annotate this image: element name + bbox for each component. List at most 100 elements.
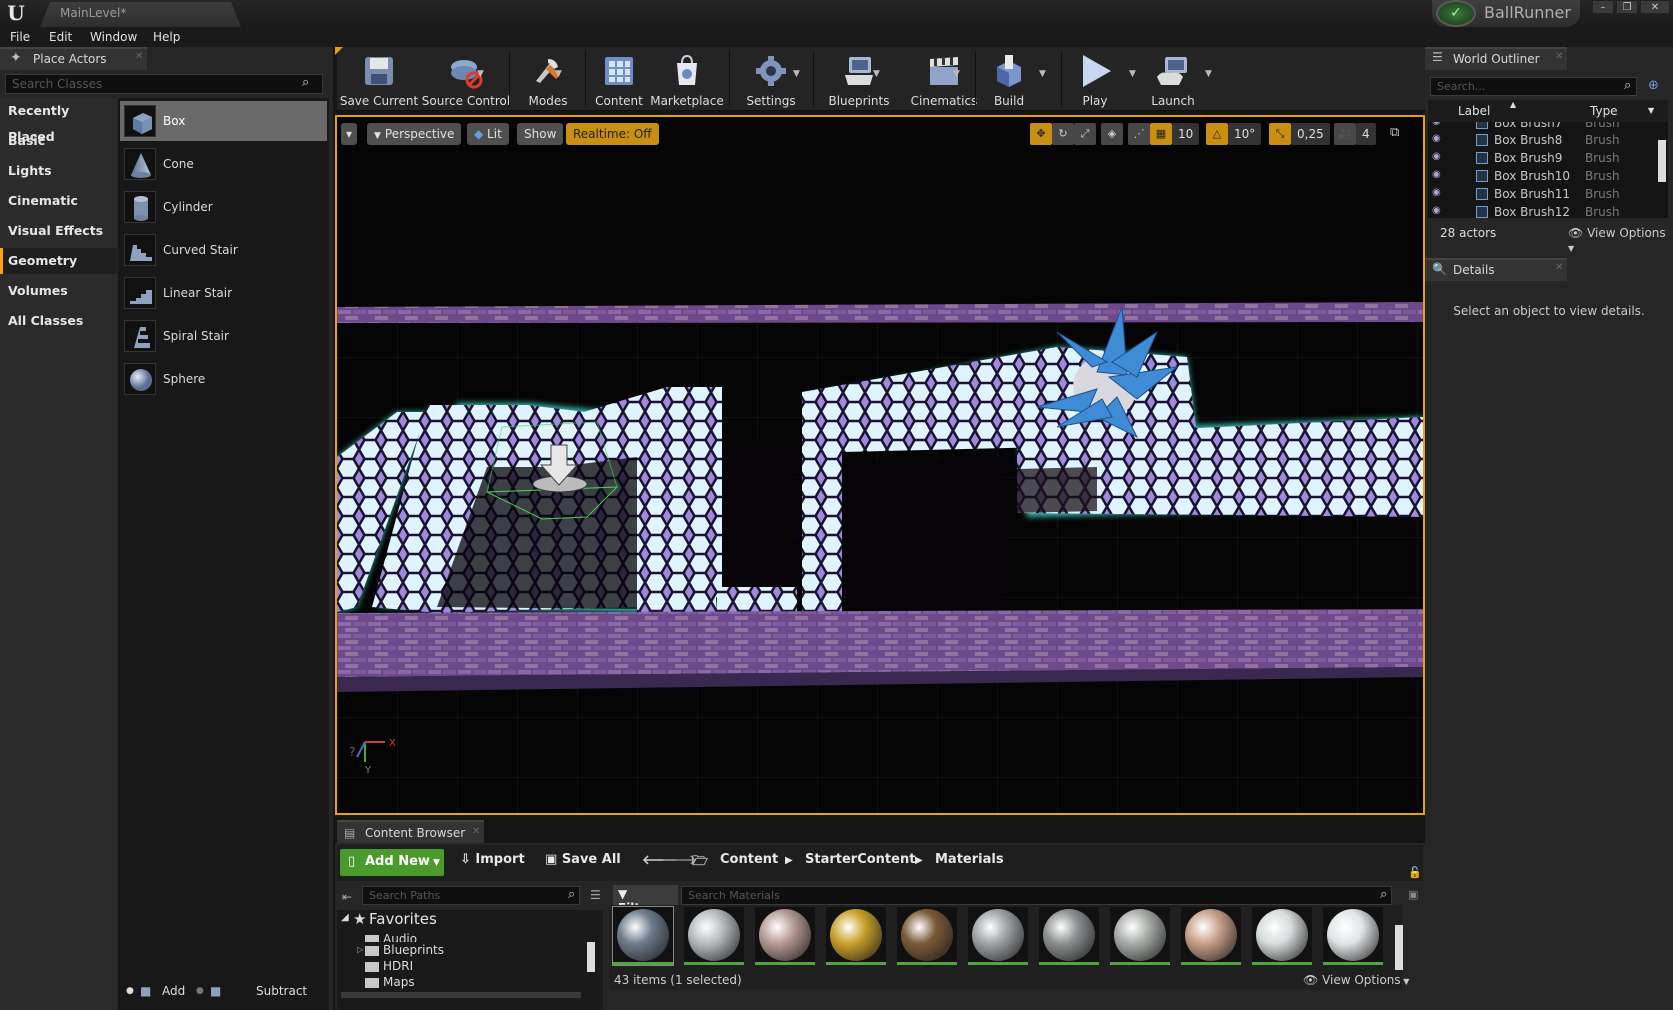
category-geometry[interactable]: Geometry	[0, 248, 117, 274]
visibility-eye-icon[interactable]: ◉	[1432, 151, 1441, 162]
modes-button[interactable]: Modes	[513, 49, 583, 109]
viewport-options-button[interactable]: ▾	[341, 123, 358, 145]
chevron-down-icon[interactable]: ▼	[1039, 69, 1046, 79]
actor-item-linear-stair[interactable]: Linear Stair	[120, 273, 327, 313]
scale-mode-icon[interactable]: ⤢	[1074, 123, 1096, 145]
tab-close-icon[interactable]: ✕	[1555, 262, 1563, 273]
material-thumbnail[interactable]	[968, 907, 1028, 965]
realtime-toggle[interactable]: Realtime: Off	[566, 123, 659, 145]
launch-button[interactable]: Launch	[1143, 49, 1203, 109]
lit-button[interactable]: ◆ Lit	[467, 123, 509, 145]
subtract-radio-icon[interactable]: ●	[196, 986, 204, 996]
close-icon[interactable]: ✕	[1640, 0, 1670, 14]
expand-arrow-icon[interactable]: ◢	[341, 912, 349, 923]
outliner-row[interactable]: ◉ Box Brush10 Brush	[1428, 167, 1668, 185]
actor-item-curved-stair[interactable]: Curved Stair	[120, 230, 327, 270]
actor-item-box[interactable]: Box	[120, 101, 327, 141]
visibility-eye-icon[interactable]: ◉	[1432, 133, 1441, 144]
category-recently-placed[interactable]: Recently Placed	[0, 98, 117, 144]
subtract-radio-label[interactable]: Subtract	[256, 984, 307, 998]
marketplace-button[interactable]: Marketplace	[649, 49, 725, 109]
tree-scrollbar[interactable]	[587, 942, 595, 972]
tree-h-scrollbar[interactable]	[341, 992, 581, 998]
level-document-tab[interactable]: MainLevel*	[40, 2, 241, 27]
rotation-snap-value[interactable]: 10°	[1228, 123, 1262, 145]
search-icon[interactable]: ⌕	[1380, 887, 1387, 902]
column-label[interactable]: Label	[1458, 104, 1490, 118]
visibility-eye-icon[interactable]: ◉	[1432, 187, 1441, 198]
actor-item-spiral-stair[interactable]: Spiral Stair	[120, 316, 327, 356]
scale-snap-value[interactable]: 0,25	[1291, 123, 1330, 145]
actor-item-cone[interactable]: Cone	[120, 144, 327, 184]
actor-item-sphere[interactable]: Sphere	[120, 359, 327, 399]
camera-speed-icon[interactable]: 🎥	[1334, 123, 1356, 145]
rotation-snap-icon[interactable]: △	[1206, 123, 1228, 145]
material-thumbnail[interactable]	[897, 907, 957, 965]
minimize-icon[interactable]: –	[1592, 0, 1614, 14]
source-control-button[interactable]: Source Control	[421, 49, 511, 109]
coordinate-system-icon[interactable]: ◈	[1101, 123, 1123, 145]
chevron-down-icon[interactable]: ▼	[1205, 69, 1212, 79]
category-all-classes[interactable]: All Classes	[0, 308, 117, 334]
content-button[interactable]: Content	[589, 49, 649, 109]
outliner-row[interactable]: ◉ Box Brush12 Brush	[1428, 203, 1668, 218]
breadcrumb-startercontent[interactable]: StarterContent	[805, 852, 915, 867]
search-paths-input[interactable]: Search Paths	[362, 886, 580, 905]
tab-close-icon[interactable]: ✕	[1555, 51, 1563, 62]
search-icon[interactable]: ⌕	[1624, 78, 1631, 93]
chevron-down-icon[interactable]: ▼	[477, 69, 484, 79]
search-materials-input[interactable]: Search Materials	[681, 886, 1392, 905]
material-thumbnail[interactable]	[612, 906, 674, 966]
favorites-label[interactable]: Favorites	[369, 910, 437, 928]
translate-mode-icon[interactable]: ✥	[1030, 123, 1052, 145]
expand-arrow-icon[interactable]: ▷	[357, 945, 363, 954]
visibility-eye-icon[interactable]: ◉	[1432, 205, 1441, 216]
material-thumbnail[interactable]	[826, 907, 886, 965]
show-button[interactable]: Show	[517, 123, 564, 145]
help-icon[interactable]: ?	[349, 745, 355, 759]
sources-toggle-icon[interactable]: ⇤	[342, 890, 352, 904]
visibility-eye-icon[interactable]: ◉	[1432, 169, 1441, 180]
chevron-down-icon[interactable]: ▼	[793, 69, 800, 79]
material-thumbnail[interactable]	[684, 907, 744, 965]
material-thumbnail[interactable]	[1323, 907, 1383, 965]
visibility-eye-icon[interactable]: ◉	[1432, 122, 1441, 127]
material-thumbnail[interactable]	[1181, 907, 1241, 965]
material-thumbnail[interactable]	[1039, 907, 1099, 965]
breadcrumb-materials[interactable]: Materials	[935, 852, 1004, 867]
category-lights[interactable]: Lights	[0, 158, 117, 184]
grid-snap-icon[interactable]: ▦	[1150, 123, 1172, 145]
outliner-row[interactable]: ◉ Box Brush9 Brush	[1428, 149, 1668, 167]
outliner-row[interactable]: ◉ Box Brush8 Brush	[1428, 131, 1668, 149]
outliner-view-options-button[interactable]: 👁 View Options ▼	[1568, 226, 1673, 254]
category-cinematic[interactable]: Cinematic	[0, 188, 117, 214]
outliner-row[interactable]: ◉ Box Brush11 Brush	[1428, 185, 1668, 203]
actor-item-cylinder[interactable]: Cylinder	[120, 187, 327, 227]
chevron-down-icon[interactable]: ▼	[953, 69, 960, 79]
search-classes-input[interactable]: Search Classes	[5, 74, 323, 94]
tree-item-audio[interactable]: Audio	[365, 932, 417, 942]
maximize-viewport-icon[interactable]: ⧉	[1390, 125, 1399, 140]
chevron-down-icon[interactable]: ▼	[873, 69, 880, 79]
world-outliner-tab[interactable]: World Outliner	[1425, 47, 1567, 70]
column-type[interactable]: Type	[1590, 104, 1618, 118]
scale-snap-icon[interactable]: ⤡	[1269, 123, 1291, 145]
material-thumbnail[interactable]	[755, 907, 815, 965]
add-folder-icon[interactable]: ⊕	[1648, 78, 1659, 93]
blueprints-button[interactable]: Blueprints	[817, 49, 901, 109]
save-search-icon[interactable]: ▣	[1408, 888, 1418, 901]
chevron-down-icon[interactable]: ▼	[555, 69, 562, 79]
outliner-scrollbar[interactable]	[1658, 140, 1666, 182]
add-radio-label[interactable]: Add	[162, 984, 185, 998]
surface-snap-icon[interactable]: ⋰	[1128, 123, 1150, 145]
level-viewport[interactable]: X Y ▾ ▼ Perspective ◆ Lit Show Realtime: …	[335, 115, 1425, 815]
build-button[interactable]: Build	[979, 49, 1039, 109]
chevron-down-icon[interactable]: ▼	[1129, 69, 1136, 79]
material-thumbnail[interactable]	[1110, 907, 1170, 965]
perspective-button[interactable]: ▼ Perspective	[367, 123, 462, 145]
play-button[interactable]: Play	[1065, 49, 1125, 109]
menu-edit[interactable]: Edit	[49, 27, 72, 47]
menu-file[interactable]: File	[10, 27, 30, 47]
settings-button[interactable]: Settings	[733, 49, 809, 109]
content-view-options-button[interactable]: 👁 View Options ▼	[1303, 973, 1409, 987]
